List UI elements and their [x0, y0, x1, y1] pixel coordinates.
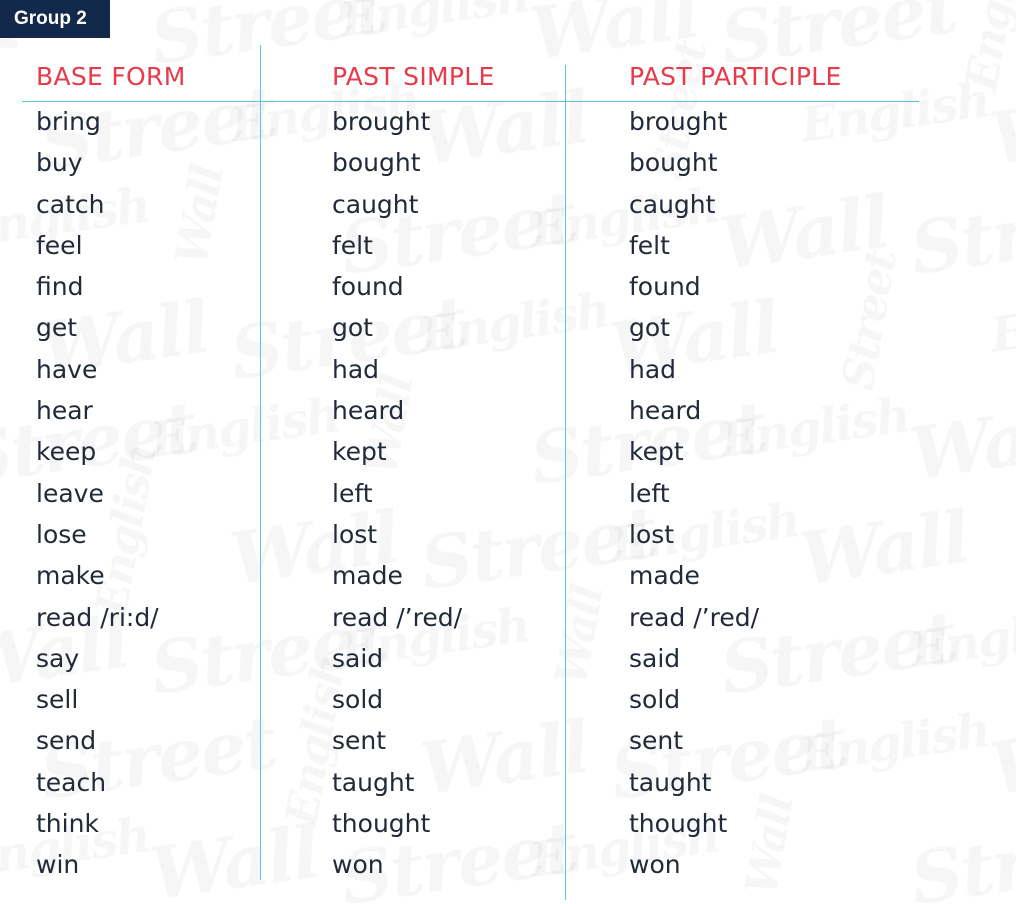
- past-simple-cell: left: [332, 478, 373, 508]
- past-participle-cell: left: [629, 478, 670, 508]
- base-form-cell: sell: [36, 685, 79, 715]
- base-form-cell: think: [36, 809, 99, 839]
- past-simple-cell: got: [332, 313, 373, 343]
- past-simple-cell: sent: [332, 726, 387, 756]
- past-participle-cell: got: [629, 313, 670, 343]
- past-simple-cell: taught: [332, 767, 415, 797]
- table-row: win won won: [0, 844, 1016, 885]
- past-simple-cell: thought: [332, 809, 431, 839]
- past-participle-cell: bought: [629, 148, 718, 178]
- past-simple-cell: sold: [332, 685, 384, 715]
- table-row: lose lost lost: [0, 514, 1016, 555]
- base-form-cell: read /ri:d/: [36, 602, 159, 632]
- past-participle-cell: read /’red/: [629, 602, 760, 632]
- table-body: bring brought brought buy bought bought catch c…: [0, 101, 1016, 886]
- past-simple-cell: found: [332, 272, 404, 302]
- past-participle-cell: made: [629, 561, 700, 591]
- table-row: buy bought bought: [0, 142, 1016, 183]
- table-row: bring brought brought: [0, 101, 1016, 142]
- base-form-cell: leave: [36, 478, 104, 508]
- base-form-cell: make: [36, 561, 105, 591]
- table-row: catch caught caught: [0, 184, 1016, 225]
- past-simple-cell: brought: [332, 107, 431, 136]
- past-participle-cell: heard: [629, 396, 702, 426]
- past-simple-cell: kept: [332, 437, 387, 467]
- base-form-cell: catch: [36, 189, 105, 219]
- table-row: think thought thought: [0, 803, 1016, 844]
- past-participle-cell: kept: [629, 437, 684, 467]
- past-simple-cell: heard: [332, 396, 405, 426]
- base-form-cell: bring: [36, 107, 101, 136]
- column-header-past-participle: PAST PARTICIPLE: [629, 62, 842, 91]
- past-participle-cell: lost: [629, 519, 675, 549]
- past-participle-cell: won: [629, 850, 681, 880]
- past-participle-cell: found: [629, 272, 701, 302]
- base-form-cell: keep: [36, 437, 97, 467]
- irregular-verbs-table: BASE FORM PAST SIMPLE PAST PARTICIPLE br…: [0, 0, 1016, 904]
- past-simple-cell: read /’red/: [332, 602, 463, 632]
- base-form-cell: get: [36, 313, 78, 343]
- column-header-base-form: BASE FORM: [36, 62, 186, 91]
- table-row: find found found: [0, 266, 1016, 307]
- table-row: have had had: [0, 349, 1016, 390]
- past-simple-cell: said: [332, 643, 384, 673]
- past-simple-cell: lost: [332, 519, 378, 549]
- past-simple-cell: bought: [332, 148, 421, 178]
- table-row: hear heard heard: [0, 390, 1016, 431]
- past-participle-cell: sold: [629, 685, 681, 715]
- group-label: Group 2: [0, 0, 110, 38]
- base-form-cell: buy: [36, 148, 83, 178]
- past-participle-cell: felt: [629, 230, 670, 260]
- column-header-past-simple: PAST SIMPLE: [332, 62, 495, 91]
- table-row: read /ri:d/read /’red/read /’red/: [0, 597, 1016, 638]
- past-participle-cell: caught: [629, 189, 716, 219]
- base-form-cell: feel: [36, 230, 83, 260]
- past-participle-cell: sent: [629, 726, 684, 756]
- table-row: send sent sent: [0, 720, 1016, 761]
- base-form-cell: lose: [36, 519, 87, 549]
- table-row: feel felt felt: [0, 225, 1016, 266]
- past-simple-cell: felt: [332, 230, 373, 260]
- base-form-cell: find: [36, 272, 84, 302]
- past-participle-cell: brought: [629, 107, 728, 136]
- past-participle-cell: thought: [629, 809, 728, 839]
- past-simple-cell: won: [332, 850, 384, 880]
- table-row: make made made: [0, 555, 1016, 596]
- past-simple-cell: caught: [332, 189, 419, 219]
- base-form-cell: teach: [36, 767, 107, 797]
- base-form-cell: win: [36, 850, 80, 880]
- past-participle-cell: had: [629, 354, 677, 384]
- past-participle-cell: said: [629, 643, 681, 673]
- past-participle-cell: taught: [629, 767, 712, 797]
- base-form-cell: have: [36, 354, 98, 384]
- table-row: teach taught taught: [0, 762, 1016, 803]
- past-simple-cell: made: [332, 561, 403, 591]
- past-simple-cell: had: [332, 354, 380, 384]
- table-row: leave left left: [0, 473, 1016, 514]
- table-row: get got got: [0, 307, 1016, 348]
- table-row: say said said: [0, 638, 1016, 679]
- table-row: sell sold sold: [0, 679, 1016, 720]
- base-form-cell: hear: [36, 396, 93, 426]
- base-form-cell: say: [36, 643, 80, 673]
- table-row: keep kept kept: [0, 431, 1016, 472]
- base-form-cell: send: [36, 726, 97, 756]
